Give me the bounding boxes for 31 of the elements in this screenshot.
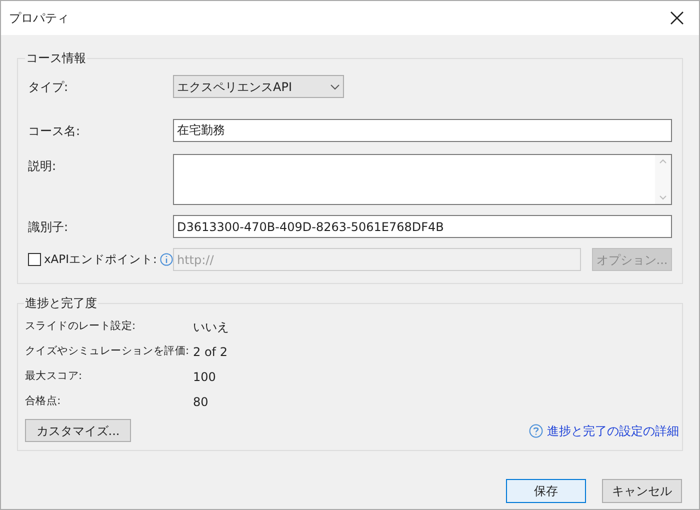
scroll-down-icon: [659, 195, 667, 200]
group-title: 進捗と完了度: [24, 295, 98, 312]
dialog-button[interactable]: 保存: [506, 479, 586, 503]
dialog-button[interactable]: キャンセル: [602, 479, 682, 503]
setting-value: 2 of 2: [193, 344, 228, 360]
field-label: 説明:: [28, 158, 58, 175]
setting-value: 80: [193, 394, 208, 410]
chevron-down-icon: [330, 84, 340, 90]
help-icon: [529, 424, 543, 438]
info-icon[interactable]: [160, 253, 173, 266]
scroll-up-icon: [659, 159, 667, 164]
field-label: タイプ:: [28, 78, 70, 96]
identifier-field[interactable]: D3613300-470B-409D-8263-5061E768DF4B: [173, 215, 672, 238]
setting-label: 最大スコア:: [25, 368, 83, 384]
close-icon: [670, 11, 684, 25]
help-link[interactable]: 進捗と完了の設定の詳細: [529, 422, 679, 440]
setting-label: スライドのレート設定:: [25, 318, 136, 334]
field-label: コース名:: [28, 122, 82, 140]
window-title: プロパティ: [9, 10, 69, 27]
field-label: 識別子:: [28, 218, 70, 236]
course-name-field[interactable]: 在宅勤務: [173, 119, 672, 142]
group-title: コース情報: [25, 50, 87, 67]
customize-button[interactable]: カスタマイズ...: [25, 419, 131, 442]
setting-value: 100: [193, 368, 216, 386]
setting-label: 合格点:: [25, 394, 62, 409]
scrollbar[interactable]: [655, 155, 671, 204]
type-dropdown[interactable]: エクスペリエンスAPI: [173, 75, 344, 98]
setting-label: クイズやシミュレーションを評価:: [25, 344, 190, 359]
description-field[interactable]: [173, 154, 672, 205]
checkbox-label: xAPIエンドポイント:: [44, 250, 157, 268]
setting-value: いいえ: [193, 318, 229, 336]
